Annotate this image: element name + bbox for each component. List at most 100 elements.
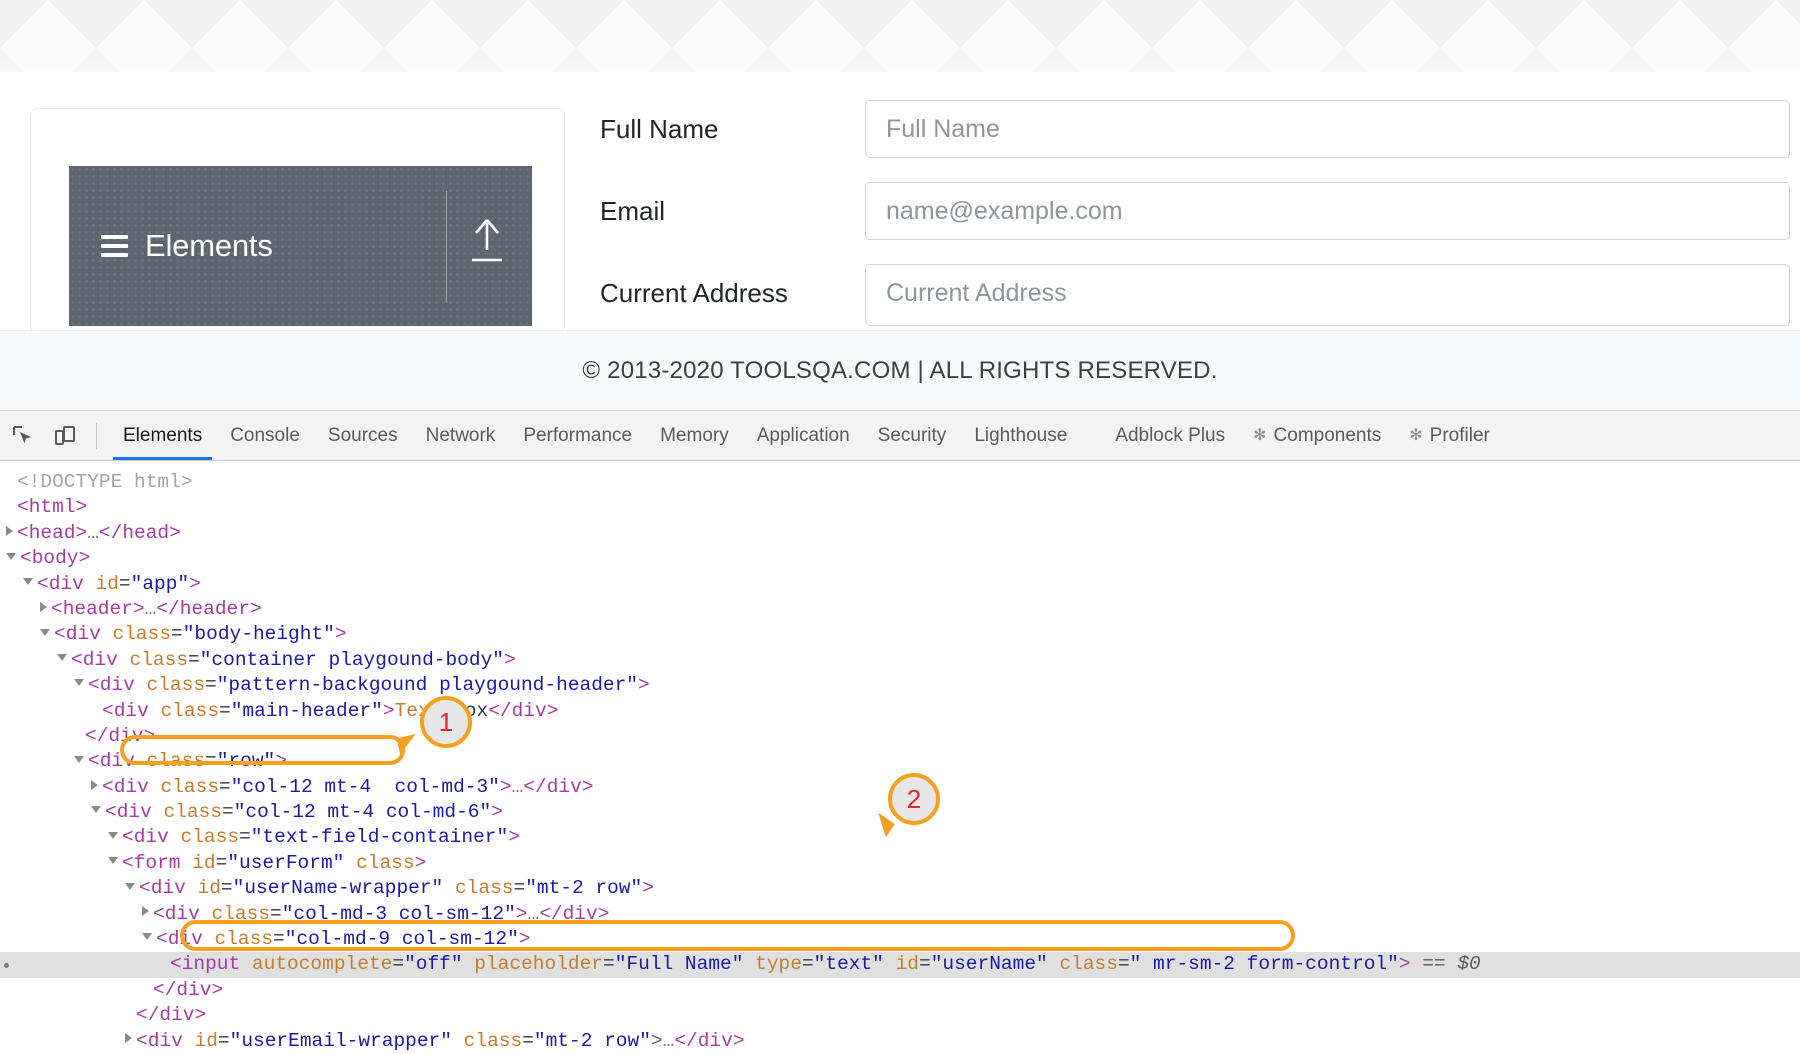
tab-sources[interactable]: Sources	[314, 411, 412, 460]
dom-line-text: <header>…</header>	[51, 597, 262, 620]
label-current-address: Current Address	[600, 278, 788, 308]
tab-security[interactable]: Security	[864, 411, 961, 460]
dom-row[interactable]: <div class="row">	[0, 749, 1800, 774]
tab-profiler[interactable]: ✻ Profiler	[1395, 411, 1504, 460]
react-icon: ✻	[1409, 426, 1423, 444]
twisty-expanded-icon[interactable]	[108, 857, 118, 865]
dom-row[interactable]: <div class="col-md-3 col-sm-12">…</div>	[0, 902, 1800, 927]
accordion-title: Elements	[145, 228, 273, 263]
tab-label: Profiler	[1429, 424, 1490, 446]
dom-row[interactable]: <div class="container playgound-body">	[0, 648, 1800, 673]
dom-row[interactable]: </div>	[0, 1003, 1800, 1028]
field-row-email: Email name@example.com	[600, 182, 1790, 240]
tab-label: Network	[425, 424, 496, 446]
dom-row[interactable]: </div>	[0, 724, 1800, 749]
twisty-collapsed-icon[interactable]	[91, 779, 98, 790]
annotation-badge-2: 2	[888, 773, 940, 825]
dom-line-text: </div>	[153, 978, 224, 1001]
dom-row[interactable]: <html>	[0, 495, 1800, 520]
tab-label: Console	[230, 424, 300, 446]
tab-label: Memory	[660, 424, 729, 446]
dom-line-text: </div>	[136, 1004, 207, 1027]
dom-line-text: <div id="userName-wrapper" class="mt-2 r…	[139, 877, 654, 900]
annotation-badge-1: 1	[420, 696, 472, 748]
tab-label: Components	[1273, 424, 1382, 446]
tab-components[interactable]: ✻ Components	[1239, 411, 1395, 460]
dom-row[interactable]: <header>…</header>	[0, 597, 1800, 622]
dom-line-text: <!DOCTYPE html>	[17, 471, 193, 493]
devtools-tab-bar: Elements Console Sources Network Performance…	[109, 411, 1504, 460]
dom-row[interactable]: <body>	[0, 546, 1800, 571]
accordion-header-elements[interactable]: Elements	[69, 166, 532, 326]
tab-network[interactable]: Network	[412, 411, 510, 460]
tab-label: Security	[877, 424, 947, 446]
twisty-expanded-icon[interactable]	[6, 552, 16, 560]
dom-line-text: <body>	[20, 547, 91, 570]
tab-console[interactable]: Console	[216, 411, 314, 460]
dom-line-text: <div class="pattern-backgound playgound-…	[88, 674, 650, 697]
text-box-form: Full Name Full Name Email name@example.c…	[600, 100, 1790, 350]
tab-label: Sources	[327, 424, 398, 446]
twisty-expanded-icon[interactable]	[57, 654, 67, 662]
elements-accordion-card: Elements	[30, 108, 565, 333]
dom-line-text: <form id="userForm" class>	[122, 851, 427, 874]
dom-line-text: <div class="main-header">Text Box</div>	[102, 699, 559, 722]
input-current-address[interactable]: Current Address	[865, 264, 1790, 326]
twisty-expanded-icon[interactable]	[74, 679, 84, 687]
dom-line-text: <div class="col-md-3 col-sm-12">…</div>	[153, 902, 610, 925]
twisty-expanded-icon[interactable]	[74, 755, 84, 763]
dom-row[interactable]: <form id="userForm" class>	[0, 851, 1800, 876]
devtools-toolbar: Elements Console Sources Network Performance…	[0, 411, 1800, 461]
dom-line-text: <head>…</head>	[17, 521, 181, 544]
twisty-expanded-icon[interactable]	[142, 933, 152, 941]
twisty-expanded-icon[interactable]	[125, 882, 135, 890]
field-row-full-name: Full Name Full Name	[600, 100, 1790, 158]
arrow-up-icon[interactable]	[464, 214, 510, 266]
dom-row[interactable]: <div id="userName-wrapper" class="mt-2 r…	[0, 876, 1800, 901]
dom-row[interactable]: <div class="text-field-container">	[0, 825, 1800, 850]
dom-row-selected[interactable]: <input autocomplete="off" placeholder="F…	[0, 952, 1800, 978]
dom-row[interactable]: <div class="col-md-9 col-sm-12">	[0, 927, 1800, 952]
dom-line-text: <div class="row">	[88, 750, 287, 773]
dom-line-text: <div class="body-height">	[54, 623, 347, 646]
dom-row[interactable]: <!DOCTYPE html>	[0, 470, 1800, 495]
dom-line-text: <input autocomplete="off" placeholder="F…	[170, 953, 1481, 976]
dom-line-text: <div class="col-12 mt-4 col-md-6">	[105, 801, 503, 824]
dom-row[interactable]: <div id="app">	[0, 572, 1800, 597]
tab-label: Elements	[123, 424, 203, 446]
twisty-collapsed-icon[interactable]	[142, 906, 149, 917]
dom-row[interactable]: <div class="pattern-backgound playgound-…	[0, 673, 1800, 698]
tab-memory[interactable]: Memory	[646, 411, 743, 460]
twisty-expanded-icon[interactable]	[40, 628, 50, 636]
dom-row[interactable]: <head>…</head>	[0, 521, 1800, 546]
dom-row[interactable]: <div class="main-header">Text Box</div>	[0, 699, 1800, 724]
input-email[interactable]: name@example.com	[865, 182, 1790, 240]
tab-lighthouse[interactable]: Lighthouse	[960, 411, 1081, 460]
dom-line-text: <div class="container playgound-body">	[71, 648, 516, 671]
tab-adblock-plus[interactable]: Adblock Plus	[1101, 411, 1239, 460]
dom-row[interactable]: <div id="userEmail-wrapper" class="mt-2 …	[0, 1029, 1800, 1054]
twisty-expanded-icon[interactable]	[23, 577, 33, 585]
twisty-expanded-icon[interactable]	[91, 806, 101, 814]
dom-line-text: <html>	[17, 496, 88, 519]
field-row-current-address: Current Address Current Address	[600, 264, 1790, 326]
dom-line-text: <div id="userEmail-wrapper" class="mt-2 …	[136, 1029, 745, 1052]
dom-row[interactable]: </div>	[0, 978, 1800, 1003]
tab-elements[interactable]: Elements	[109, 411, 216, 460]
twisty-collapsed-icon[interactable]	[6, 525, 13, 536]
dom-line-text: <div class="col-12 mt-4 col-md-3">…</div…	[102, 775, 594, 798]
input-full-name[interactable]: Full Name	[865, 100, 1790, 158]
twisty-collapsed-icon[interactable]	[125, 1033, 132, 1044]
twisty-expanded-icon[interactable]	[108, 831, 118, 839]
dom-tree: <!DOCTYPE html> <html> <head>…</head> <body…	[0, 461, 1800, 1054]
dom-row[interactable]: <div class="body-height">	[0, 622, 1800, 647]
device-toolbar-icon[interactable]	[46, 417, 84, 455]
twisty-collapsed-icon[interactable]	[40, 601, 47, 612]
tab-application[interactable]: Application	[743, 411, 864, 460]
inspect-element-icon[interactable]	[4, 417, 42, 455]
hamburger-icon	[101, 230, 128, 262]
tab-label: Performance	[523, 424, 633, 446]
dom-line-text: </div>	[85, 724, 156, 747]
tab-performance[interactable]: Performance	[509, 411, 646, 460]
tab-gap	[1081, 411, 1101, 460]
